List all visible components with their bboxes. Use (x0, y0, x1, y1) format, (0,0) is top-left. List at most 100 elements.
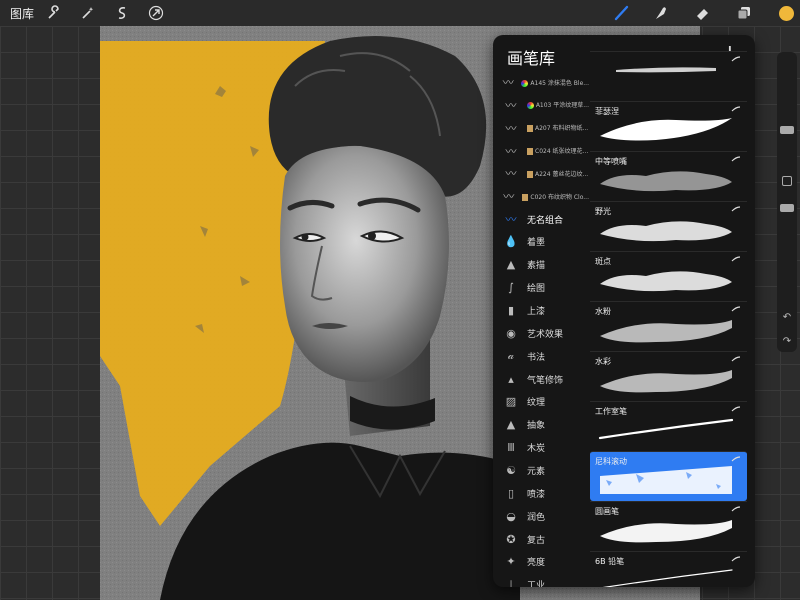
book-badge-icon (522, 193, 529, 201)
palette-icon: ◉ (506, 326, 516, 340)
brush-stroke-preview (616, 67, 716, 73)
brush-category-label: 抽象 (527, 421, 546, 432)
brush-category-label: 素描 (527, 261, 546, 272)
brush-category-item[interactable]: 〰 C020 布纹织物 Clo... (493, 185, 589, 207)
brush-item[interactable]: 水彩 (590, 351, 747, 401)
opacity-slider[interactable] (780, 204, 794, 212)
color-swatch[interactable] (776, 3, 796, 23)
brush-item[interactable] (590, 51, 747, 101)
side-slider-bar: ↶ ↷ (777, 52, 797, 352)
brush-category-item[interactable]: ∫ 绘图 (493, 277, 589, 299)
gallery-button[interactable]: 图库 (10, 5, 34, 22)
brush-item[interactable]: 水粉 (590, 301, 747, 351)
brush-category-item[interactable]: ▲ 素描 (493, 254, 589, 276)
brush-category-label: 纹理 (527, 398, 546, 409)
brush-category-item[interactable]: 𝒶 书法 (493, 345, 589, 367)
brush-item[interactable]: 圆画笔 (590, 501, 747, 551)
wrench-icon[interactable] (44, 3, 64, 23)
brush-feather-icon (731, 456, 741, 462)
book-brush-icon: 〰 (503, 190, 515, 204)
brush-category-item[interactable]: ▴ 气笔修饰 (493, 368, 589, 390)
brush-category-item[interactable]: 〰无名组合 (493, 208, 589, 230)
eraser-icon[interactable] (693, 3, 713, 23)
modify-square-button[interactable] (782, 176, 792, 186)
brush-item[interactable]: 尼科滚动 (590, 451, 747, 501)
retro-star-icon: ✪ (506, 532, 516, 546)
brush-category-item[interactable]: 〰 C024 纸张纹理花... (493, 140, 589, 162)
brush-category-item[interactable]: 〰 A224 蕾丝花边纹... (493, 162, 589, 184)
brush-category-label: 艺术效果 (527, 329, 564, 340)
brush-category-label: 着墨 (527, 238, 546, 249)
book-brush-icon: 〰 (505, 144, 517, 158)
layers-icon[interactable] (734, 3, 754, 23)
brush-item[interactable]: 6B 铅笔 (590, 551, 747, 587)
brush-feather-icon (731, 206, 741, 212)
redo-icon[interactable]: ↷ (781, 336, 793, 348)
pencil-tip-icon: ▲ (506, 258, 516, 272)
brush-feather-icon (731, 406, 741, 412)
brush-category-item[interactable]: ▲ 抽象 (493, 414, 589, 436)
brush-size-slider[interactable] (780, 126, 794, 134)
brush-stroke-preview (600, 520, 732, 543)
brush-category-item[interactable]: 💧 着墨 (493, 231, 589, 253)
brush-item[interactable]: 工作室笔 (590, 401, 747, 451)
brush-category-label: 气笔修饰 (527, 375, 564, 386)
brush-category-item[interactable]: ◉ 艺术效果 (493, 322, 589, 344)
brush-category-label: 润色 (527, 512, 546, 523)
brush-icon[interactable] (612, 3, 632, 23)
squiggle-icon: ∫ (508, 281, 514, 295)
panel-title: 画笔库 (507, 49, 556, 68)
book-brush-icon: 〰 (505, 121, 517, 135)
brush-item[interactable]: 中等喷嘴 (590, 151, 747, 201)
undo-icon[interactable]: ↶ (781, 312, 793, 324)
brush-feather-icon (731, 356, 741, 362)
brush-category-item[interactable]: ▨ 纹理 (493, 391, 589, 413)
calligraphy-icon: 𝒶 (507, 349, 515, 363)
brush-stroke-preview (600, 370, 732, 393)
brush-category-item[interactable]: ☯ 元素 (493, 459, 589, 481)
brush-item[interactable]: 斑点 (590, 251, 747, 301)
selection-s-icon[interactable] (112, 3, 132, 23)
rainbow-badge-icon (521, 79, 529, 87)
brush-category-item[interactable]: ◒ 润色 (493, 505, 589, 527)
brush-stroke-preview (600, 171, 732, 192)
brush-category-label: 无名组合 (527, 215, 564, 226)
book-badge-icon (527, 170, 533, 178)
top-toolbar: 图库 (0, 0, 800, 26)
smudge-icon[interactable] (651, 3, 671, 23)
spray-can-icon: ▯ (507, 486, 515, 500)
brush-category-item[interactable]: ✦ 亮度 (493, 551, 589, 573)
brush-feather-icon (731, 56, 741, 62)
brush-category-item[interactable]: 〰 A207 布料织物纸... (493, 117, 589, 139)
brush-category-item[interactable]: ⊥ 工业 (493, 574, 589, 587)
book-badge-icon (527, 148, 533, 156)
brush-category-label: 工业 (527, 581, 546, 587)
brush-stroke-preview (600, 221, 732, 242)
magic-wand-icon[interactable] (78, 3, 98, 23)
arrow-cursor-icon[interactable] (146, 3, 166, 23)
triangle-icon: ▲ (506, 418, 516, 432)
brush-category-item[interactable]: 〰 A145 涂抹混色 Ble... (493, 71, 589, 93)
brush-feather-icon (731, 156, 741, 162)
brush-stroke-preview (600, 271, 732, 292)
brush-stroke-preview (598, 418, 734, 440)
brush-category-label: A103 平涂纹理草... (526, 100, 589, 110)
brush-stroke-preview (600, 118, 732, 141)
brush-category-item[interactable]: ✪ 复古 (493, 528, 589, 550)
brush-category-label: 书法 (527, 352, 546, 363)
brush-category-label: 复古 (527, 535, 546, 546)
book-brush-icon: 〰 (505, 167, 517, 181)
brush-category-item[interactable]: 〰 A103 平涂纹理草... (493, 94, 589, 116)
brush-item[interactable]: 野光 (590, 201, 747, 251)
brush-category-item[interactable]: Ⅲ 木炭 (493, 437, 589, 459)
brush-feather-icon (731, 306, 741, 312)
brush-item[interactable]: 菲瑟涅 (590, 101, 747, 151)
ink-drop-icon: 💧 (504, 235, 518, 249)
brush-category-item[interactable]: ▯ 喷漆 (493, 482, 589, 504)
brush-stroke-preview (600, 320, 732, 343)
brush-category-label: 喷漆 (527, 489, 546, 500)
brush-category-label: A145 涂抹混色 Ble... (521, 78, 589, 87)
brush-feather-icon (731, 556, 741, 562)
brush-feather-icon (731, 506, 741, 512)
brush-category-item[interactable]: ▮ 上漆 (493, 300, 589, 322)
